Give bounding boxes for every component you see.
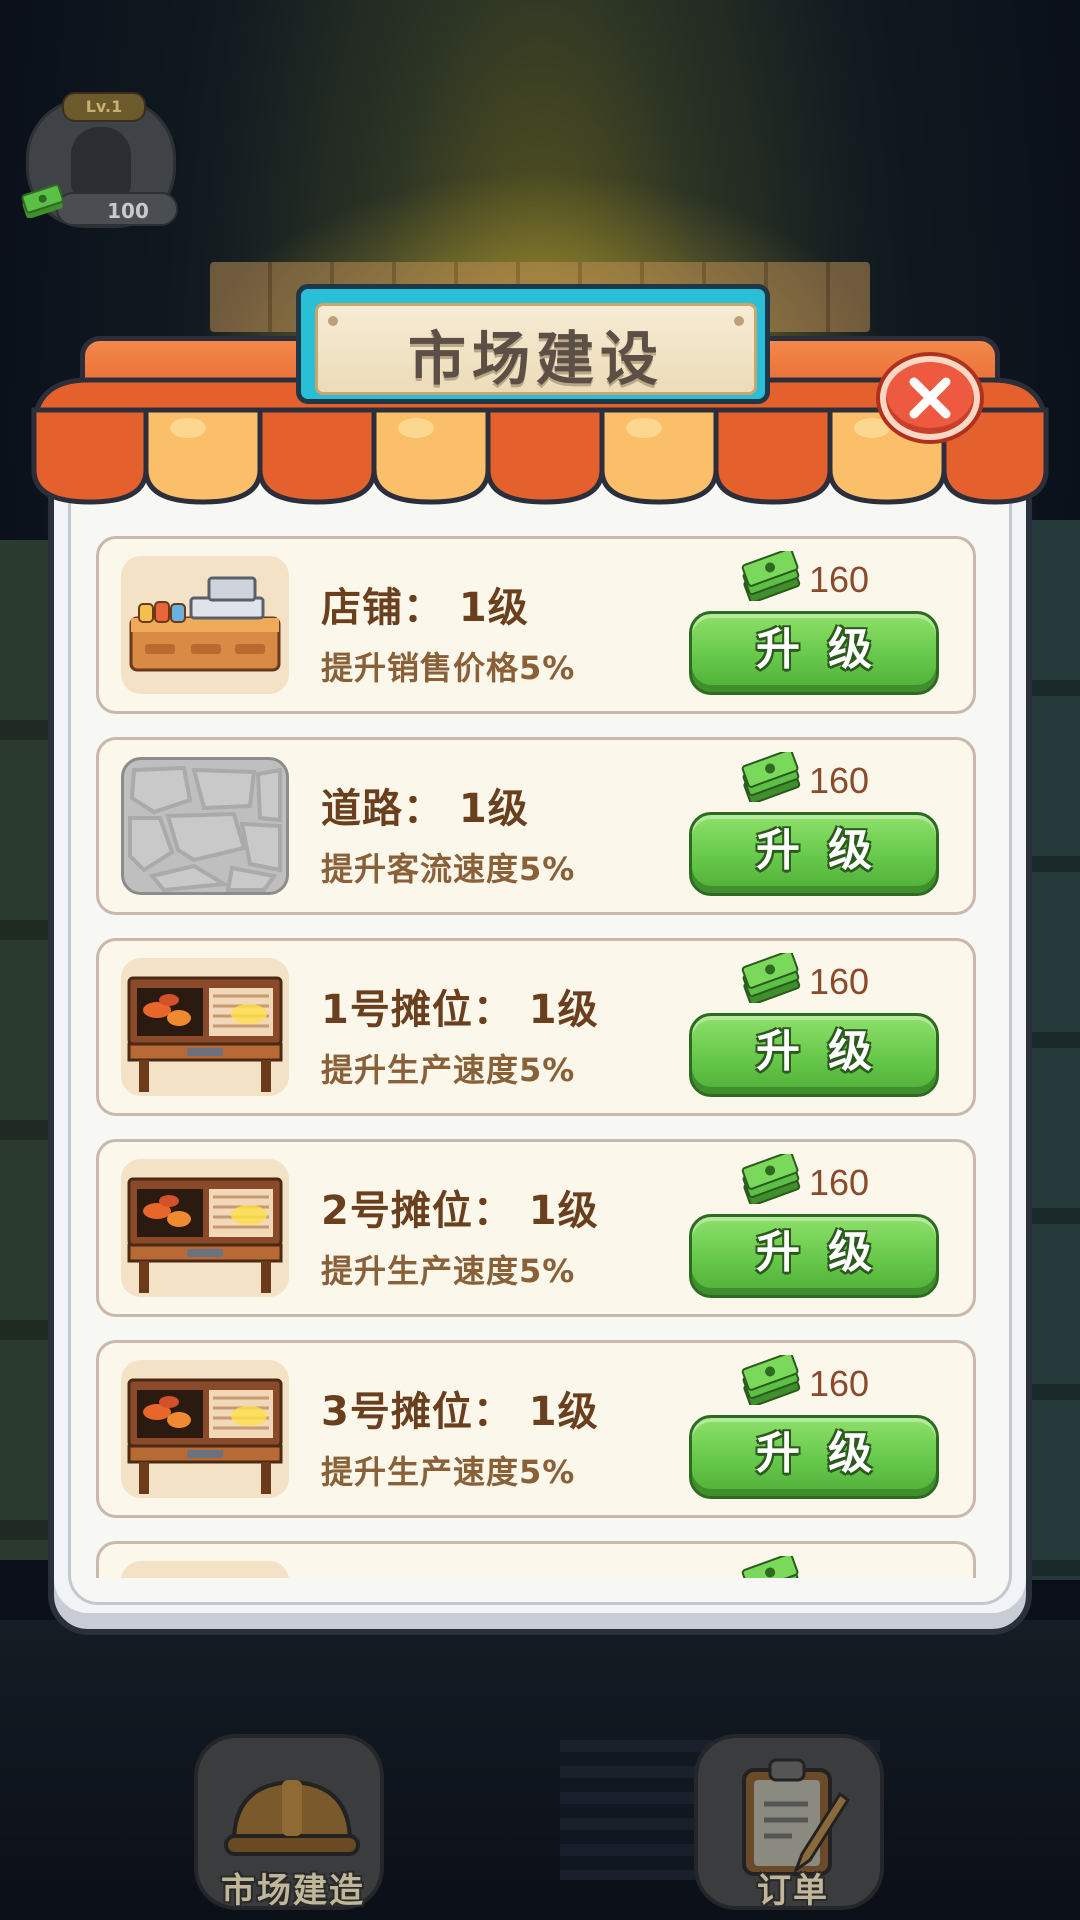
dialog-title: 市场建设 xyxy=(407,325,664,393)
orders-nav-button[interactable]: 订单 xyxy=(694,1734,884,1911)
upgrade-row: 升级 xyxy=(96,1541,976,1578)
dialog-title-sign: 市场建设 xyxy=(296,284,770,404)
row-description: 提升销售价格5% xyxy=(321,649,576,687)
grill-stall-icon xyxy=(121,958,289,1096)
row-title: 2号摊位： 1级 xyxy=(321,1188,599,1234)
upgrade-row: 1号摊位： 1级 提升生产速度5% 160 升级 xyxy=(96,938,976,1116)
cash-stack-icon xyxy=(741,1154,801,1204)
market-build-nav-button[interactable]: 市场建造 xyxy=(194,1734,384,1911)
coin-counter: 100 xyxy=(56,192,178,226)
upgrade-button[interactable]: 升级 xyxy=(689,812,939,896)
level-badge: Lv.1 xyxy=(62,92,146,122)
cash-stack-icon xyxy=(741,752,801,802)
cost-value: 160 xyxy=(809,760,870,801)
hard-hat-icon xyxy=(224,1779,360,1856)
cash-stack-icon xyxy=(741,1355,801,1405)
row-title: 3号摊位： 1级 xyxy=(321,1389,599,1435)
upgrade-list[interactable]: 店铺： 1级 提升销售价格5% 160 升级 道路： 1级 提升客流速度5% 1… xyxy=(96,536,980,1578)
cost-value: 160 xyxy=(809,961,870,1002)
row-title: 店铺： 1级 xyxy=(321,585,529,631)
upgrade-button[interactable]: 升级 xyxy=(689,1214,939,1298)
upgrade-button[interactable]: 升级 xyxy=(689,611,939,695)
row-cost: 160 xyxy=(739,1154,899,1206)
cash-stack-icon xyxy=(21,184,64,218)
close-x-icon xyxy=(909,377,951,419)
grill-stall-icon xyxy=(121,1159,289,1297)
row-cost: 160 xyxy=(739,953,899,1005)
grill-stall-icon xyxy=(121,1561,289,1578)
shop-counter-icon xyxy=(121,556,289,694)
dialog-content: 店铺： 1级 提升销售价格5% 160 升级 道路： 1级 提升客流速度5% 1… xyxy=(68,470,1012,1605)
upgrade-row: 道路： 1级 提升客流速度5% 160 升级 xyxy=(96,737,976,915)
close-button[interactable] xyxy=(880,356,980,440)
building-left xyxy=(0,540,52,1560)
row-cost: 160 xyxy=(739,551,899,603)
market-build-label: 市场建造 xyxy=(221,1871,365,1911)
player-hud: Lv.1 100 xyxy=(20,92,180,232)
cost-value: 160 xyxy=(809,1363,870,1404)
row-cost: 160 xyxy=(739,1355,899,1407)
upgrade-row: 3号摊位： 1级 提升生产速度5% 160 升级 xyxy=(96,1340,976,1518)
row-description: 提升生产速度5% xyxy=(321,1252,576,1290)
cost-value: 160 xyxy=(809,1162,870,1203)
cost-value: 160 xyxy=(809,559,870,600)
row-description: 提升生产速度5% xyxy=(321,1453,576,1491)
row-cost: 160 xyxy=(739,752,899,804)
row-cost xyxy=(739,1556,899,1578)
upgrade-button[interactable]: 升级 xyxy=(689,1013,939,1097)
row-title: 1号摊位： 1级 xyxy=(321,987,599,1033)
title-plate: 市场建设 xyxy=(315,303,757,395)
ground xyxy=(0,1620,1080,1920)
row-description: 提升客流速度5% xyxy=(321,850,576,888)
upgrade-row: 2号摊位： 1级 提升生产速度5% 160 升级 xyxy=(96,1139,976,1317)
upgrade-row: 店铺： 1级 提升销售价格5% 160 升级 xyxy=(96,536,976,714)
row-title: 道路： 1级 xyxy=(321,786,529,832)
grill-stall-icon xyxy=(121,1360,289,1498)
row-description: 提升生产速度5% xyxy=(321,1051,576,1089)
orders-label: 订单 xyxy=(757,1871,829,1911)
cash-stack-icon xyxy=(741,953,801,1003)
cash-stack-icon xyxy=(741,1556,801,1578)
cash-stack-icon xyxy=(741,551,801,601)
avatar-silhouette xyxy=(71,127,131,197)
stone-road-icon xyxy=(121,757,289,895)
upgrade-button[interactable]: 升级 xyxy=(689,1415,939,1499)
